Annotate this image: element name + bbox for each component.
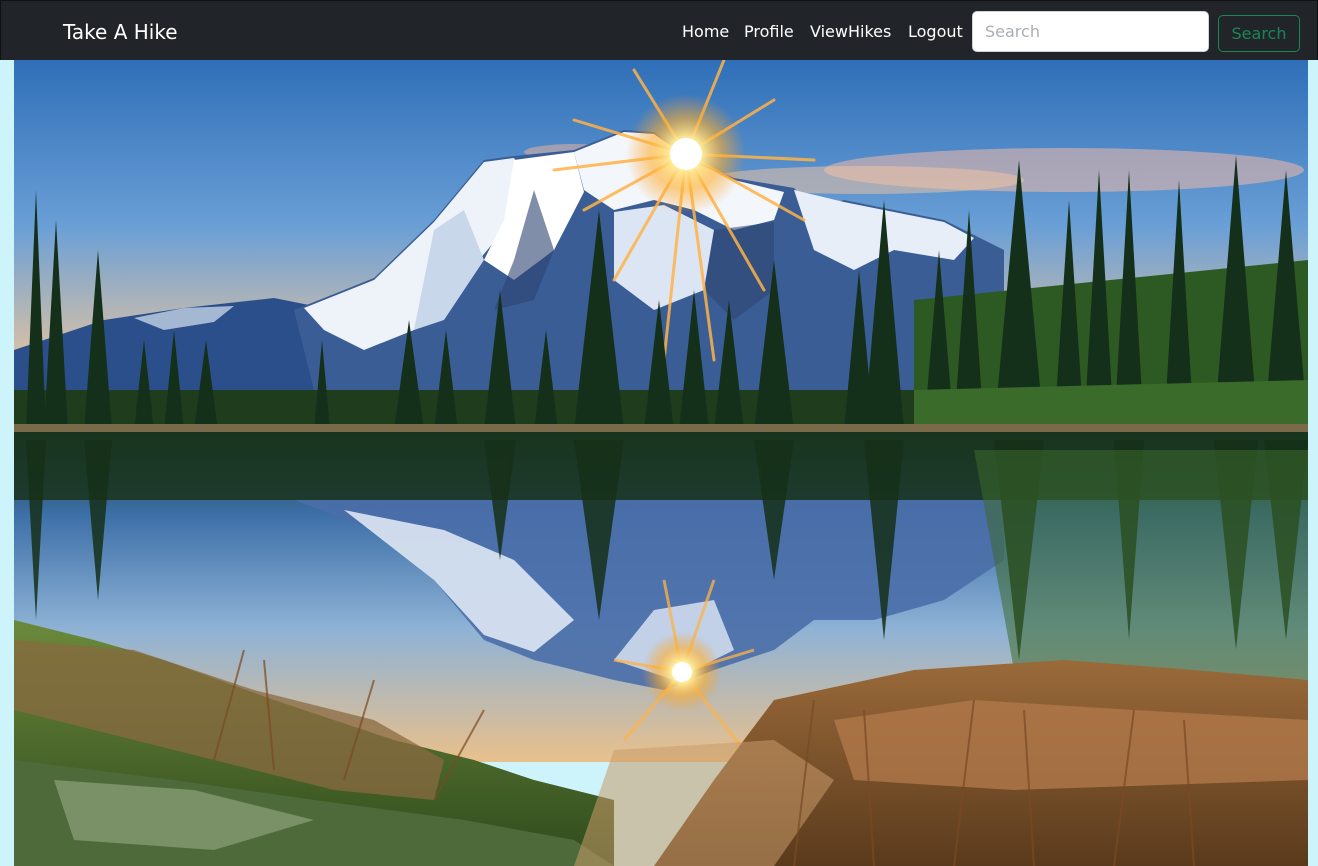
hero-image <box>14 60 1308 866</box>
nav-link-profile[interactable]: Profile <box>744 22 794 42</box>
nav-link-viewhikes[interactable]: ViewHikes <box>810 22 891 42</box>
mountain-lake-landscape-image <box>14 60 1308 866</box>
brand-logo-link[interactable]: Take A Hike <box>63 20 178 44</box>
top-navbar: Take A Hike Home Profile ViewHikes Logou… <box>0 0 1318 60</box>
nav-link-logout[interactable]: Logout <box>908 22 963 42</box>
nav-link-home[interactable]: Home <box>682 22 729 42</box>
search-button[interactable]: Search <box>1218 15 1300 52</box>
search-input[interactable] <box>972 11 1209 52</box>
